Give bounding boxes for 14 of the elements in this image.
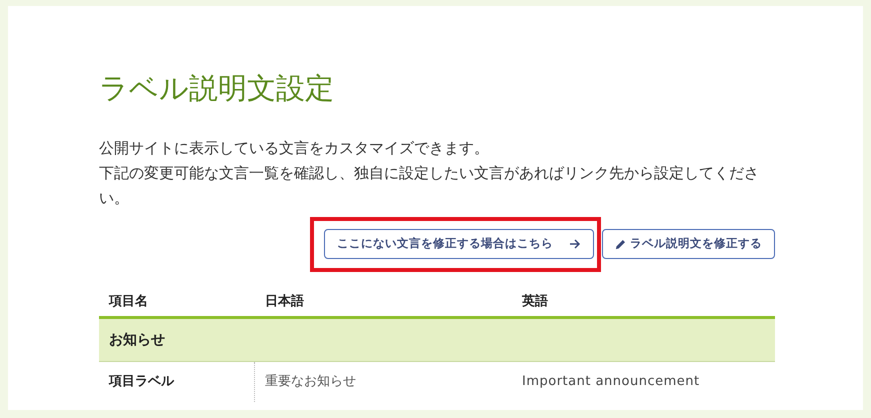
arrow-right-icon xyxy=(569,239,581,249)
link-button[interactable]: ここにない文言を修正する場合はこちら xyxy=(324,229,594,259)
column-header: 日本語 xyxy=(264,292,305,311)
description-text: 公開サイトに表示している文言をカスタマイズできます。 xyxy=(99,138,490,159)
table-cell-text: 重要なお知らせ xyxy=(264,373,357,392)
column-header: 項目名 xyxy=(108,292,149,311)
description-text: 下記の変更可能な文言一覧を確認し、独自に設定したい文言があればリンク先から設定してください。 xyxy=(99,163,760,209)
page-title: ラベル説明文設定 xyxy=(99,70,335,107)
pencil-icon xyxy=(615,238,626,250)
group-title: お知らせ xyxy=(109,330,165,350)
column-header: 英語 xyxy=(521,292,549,311)
table-cell: 項目ラベル xyxy=(99,362,255,402)
table-cell-text: Important announcement xyxy=(521,373,701,392)
link-button[interactable]: ラベル説明文を修正する xyxy=(602,229,775,259)
